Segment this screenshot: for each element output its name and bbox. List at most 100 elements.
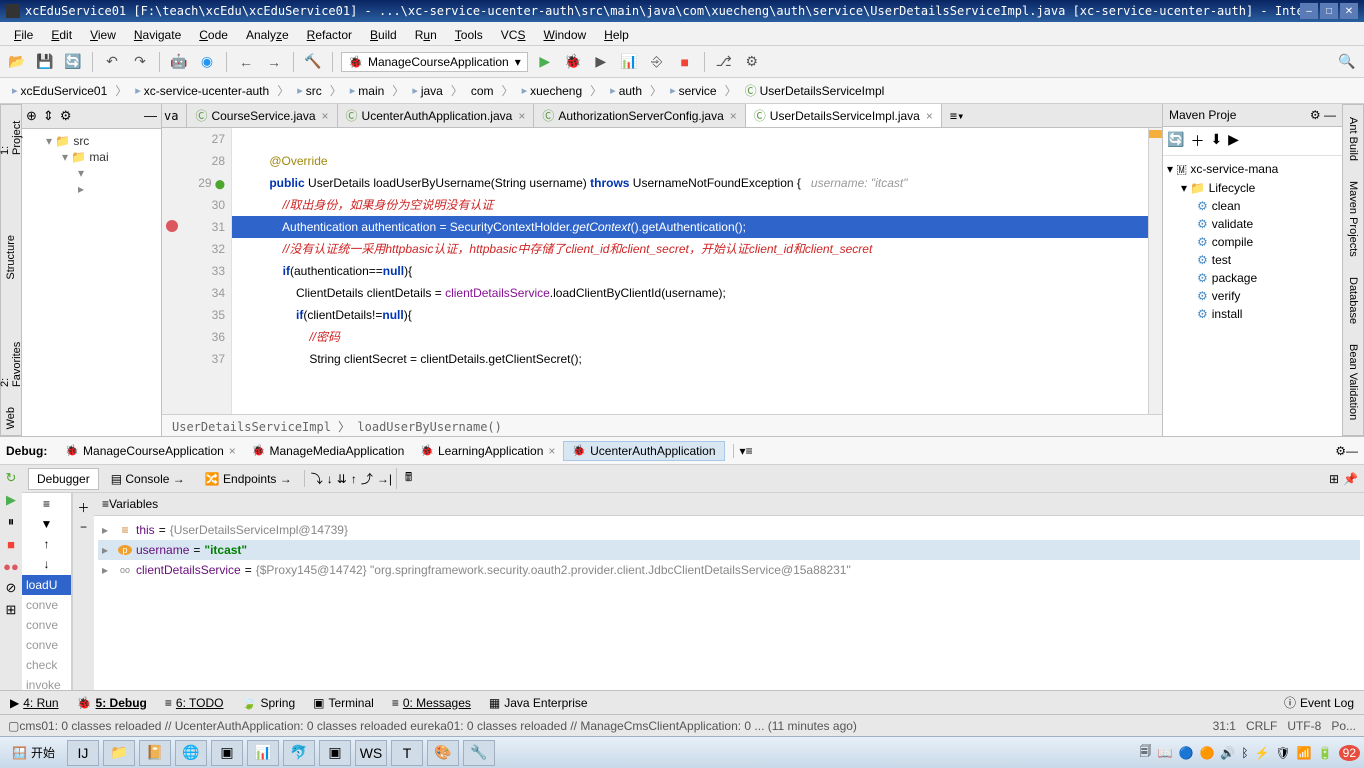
code-body[interactable]: @Override public UserDetails loadUserByU…: [232, 128, 1148, 414]
task-item[interactable]: 📁: [103, 740, 135, 766]
prev-frame-icon[interactable]: ↑: [44, 537, 50, 551]
force-step-icon[interactable]: ⇊: [337, 472, 347, 486]
menu-run[interactable]: Run: [407, 26, 445, 41]
tray-icon[interactable]: 🔊: [1220, 746, 1235, 760]
todo-tab[interactable]: ≡ 6: TODO: [165, 696, 224, 710]
bean-tool-tab[interactable]: Bean Validation: [1345, 338, 1361, 426]
redo-icon[interactable]: ↷: [129, 51, 151, 73]
code-breadcrumb[interactable]: UserDetailsServiceImpl 〉 loadUserByUsern…: [162, 414, 1162, 436]
download-icon[interactable]: ⬇: [1210, 131, 1222, 151]
close-icon[interactable]: ×: [322, 109, 329, 123]
project-tool-tab[interactable]: 1: Project: [0, 111, 25, 161]
sync-icon[interactable]: 🔄: [62, 51, 84, 73]
menu-view[interactable]: View: [82, 26, 124, 41]
event-log-tab[interactable]: ⓘ Event Log: [1284, 694, 1354, 711]
caret-position[interactable]: 31:1: [1213, 719, 1236, 733]
profile-icon[interactable]: 📊: [618, 51, 640, 73]
editor-tab[interactable]: ⒸCourseService.java×: [187, 104, 337, 127]
close-icon[interactable]: ×: [518, 109, 525, 123]
menu-navigate[interactable]: Navigate: [126, 26, 189, 41]
bc-service[interactable]: ▸service: [664, 83, 723, 99]
menu-code[interactable]: Code: [191, 26, 236, 41]
warning-mark[interactable]: [1149, 130, 1162, 138]
bc-project[interactable]: ▸xcEduService01: [6, 83, 113, 99]
tray-icon[interactable]: 🔵: [1178, 746, 1193, 760]
task-item[interactable]: 🎨: [427, 740, 459, 766]
step-over-icon[interactable]: ⤵: [304, 470, 323, 487]
error-stripe[interactable]: [1148, 128, 1162, 414]
editor-tab[interactable]: ⒸAuthorizationServerConfig.java×: [534, 104, 745, 127]
forward-icon[interactable]: →: [263, 51, 285, 73]
tray-icon[interactable]: 🟠: [1199, 746, 1214, 760]
debugger-tab[interactable]: Debugger: [28, 468, 99, 490]
run-icon[interactable]: ▶: [1228, 131, 1239, 151]
gear-icon[interactable]: ⚙: [1310, 108, 1321, 122]
filter-icon[interactable]: ▼: [41, 517, 53, 531]
close-icon[interactable]: ×: [926, 109, 933, 123]
search-icon[interactable]: 🔍: [1336, 51, 1358, 73]
add-watch-icon[interactable]: ＋: [77, 499, 89, 516]
tab-overflow[interactable]: ≡▾: [942, 104, 972, 127]
next-frame-icon[interactable]: ↓: [44, 557, 50, 571]
tray-icon[interactable]: ⚡: [1255, 746, 1270, 760]
bc-auth[interactable]: ▸auth: [604, 83, 648, 99]
start-button[interactable]: 🪟 开始: [4, 741, 63, 764]
bc-class[interactable]: ⒸUserDetailsServiceImpl: [739, 81, 891, 100]
resume-icon[interactable]: ▶: [2, 491, 20, 509]
breakpoints-icon[interactable]: ●●: [2, 557, 20, 575]
menu-analyze[interactable]: Analyze: [238, 26, 297, 41]
bc-java[interactable]: ▸java: [406, 83, 449, 99]
menu-build[interactable]: Build: [362, 26, 405, 41]
frames-list[interactable]: loadU conve conve conve check invoke: [22, 575, 71, 695]
add-icon[interactable]: ＋: [1190, 131, 1204, 151]
endpoints-tab[interactable]: 🔀 Endpoints →: [197, 469, 300, 489]
tray-icon[interactable]: 📶: [1297, 746, 1312, 760]
frame-item[interactable]: conve: [22, 595, 71, 615]
breakpoint-icon[interactable]: [166, 220, 178, 232]
bc-xuecheng[interactable]: ▸xuecheng: [516, 83, 589, 99]
task-item[interactable]: 🔧: [463, 740, 495, 766]
step-into-icon[interactable]: ↓: [327, 472, 333, 486]
close-button[interactable]: ✕: [1340, 3, 1358, 19]
drop-frame-icon[interactable]: ⤴: [361, 470, 373, 487]
stop-icon[interactable]: ■: [2, 535, 20, 553]
tab-fragment[interactable]: va: [162, 104, 187, 127]
bc-main[interactable]: ▸main: [344, 83, 391, 99]
run-tab[interactable]: ▶ 4: Run: [10, 696, 59, 710]
variable-row[interactable]: ▸oo clientDetailsService = {$Proxy145@14…: [98, 560, 1360, 580]
android-icon[interactable]: 🤖: [168, 51, 190, 73]
tray-icon[interactable]: 🗐: [1140, 742, 1152, 763]
editor-tab[interactable]: ⒸUcenterAuthApplication.java×: [338, 104, 535, 127]
menu-help[interactable]: Help: [596, 26, 637, 41]
chrome-icon[interactable]: ◉: [196, 51, 218, 73]
menu-file[interactable]: FFileile: [6, 26, 41, 41]
rerun-icon[interactable]: ↻: [2, 469, 20, 487]
thread-icon[interactable]: ≡: [43, 497, 50, 511]
settings-icon[interactable]: ⊞: [1329, 472, 1339, 486]
code-editor[interactable]: 27 28 29 ⬤ 30 31 32 33 34 35 36 37 @Over…: [162, 128, 1162, 414]
task-item[interactable]: IJ: [67, 740, 99, 766]
variable-row[interactable]: ▸≡ this = {UserDetailsServiceImpl@14739}: [98, 520, 1360, 540]
step-out-icon[interactable]: ↑: [351, 472, 357, 486]
tray-icon[interactable]: 🔋: [1318, 746, 1333, 760]
gear-icon[interactable]: ⚙: [1335, 444, 1346, 458]
save-icon[interactable]: 💾: [34, 51, 56, 73]
frame-item[interactable]: loadU: [22, 575, 71, 595]
status-icon[interactable]: ▢: [8, 719, 19, 733]
tray-icon[interactable]: ᛒ: [1241, 746, 1248, 760]
frame-item[interactable]: conve: [22, 635, 71, 655]
bc-com[interactable]: com: [465, 83, 500, 99]
debug-tab[interactable]: 🐞ManageCourseApplication×: [57, 442, 243, 460]
task-item[interactable]: 📊: [247, 740, 279, 766]
maven-tool-tab[interactable]: Maven Projects: [1345, 175, 1361, 263]
debug-icon[interactable]: 🐞: [562, 51, 584, 73]
attach-icon[interactable]: ⎆: [646, 51, 668, 73]
pause-icon[interactable]: ⏸: [2, 513, 20, 531]
ant-tool-tab[interactable]: Ant Build: [1345, 111, 1361, 167]
menu-window[interactable]: Window: [535, 26, 594, 41]
undo-icon[interactable]: ↶: [101, 51, 123, 73]
bc-src[interactable]: ▸src: [291, 83, 328, 99]
run-to-cursor-icon[interactable]: →|: [377, 472, 392, 486]
spring-tab[interactable]: 🍃 Spring: [241, 696, 295, 710]
structure-tool-tab[interactable]: Structure: [3, 229, 19, 286]
